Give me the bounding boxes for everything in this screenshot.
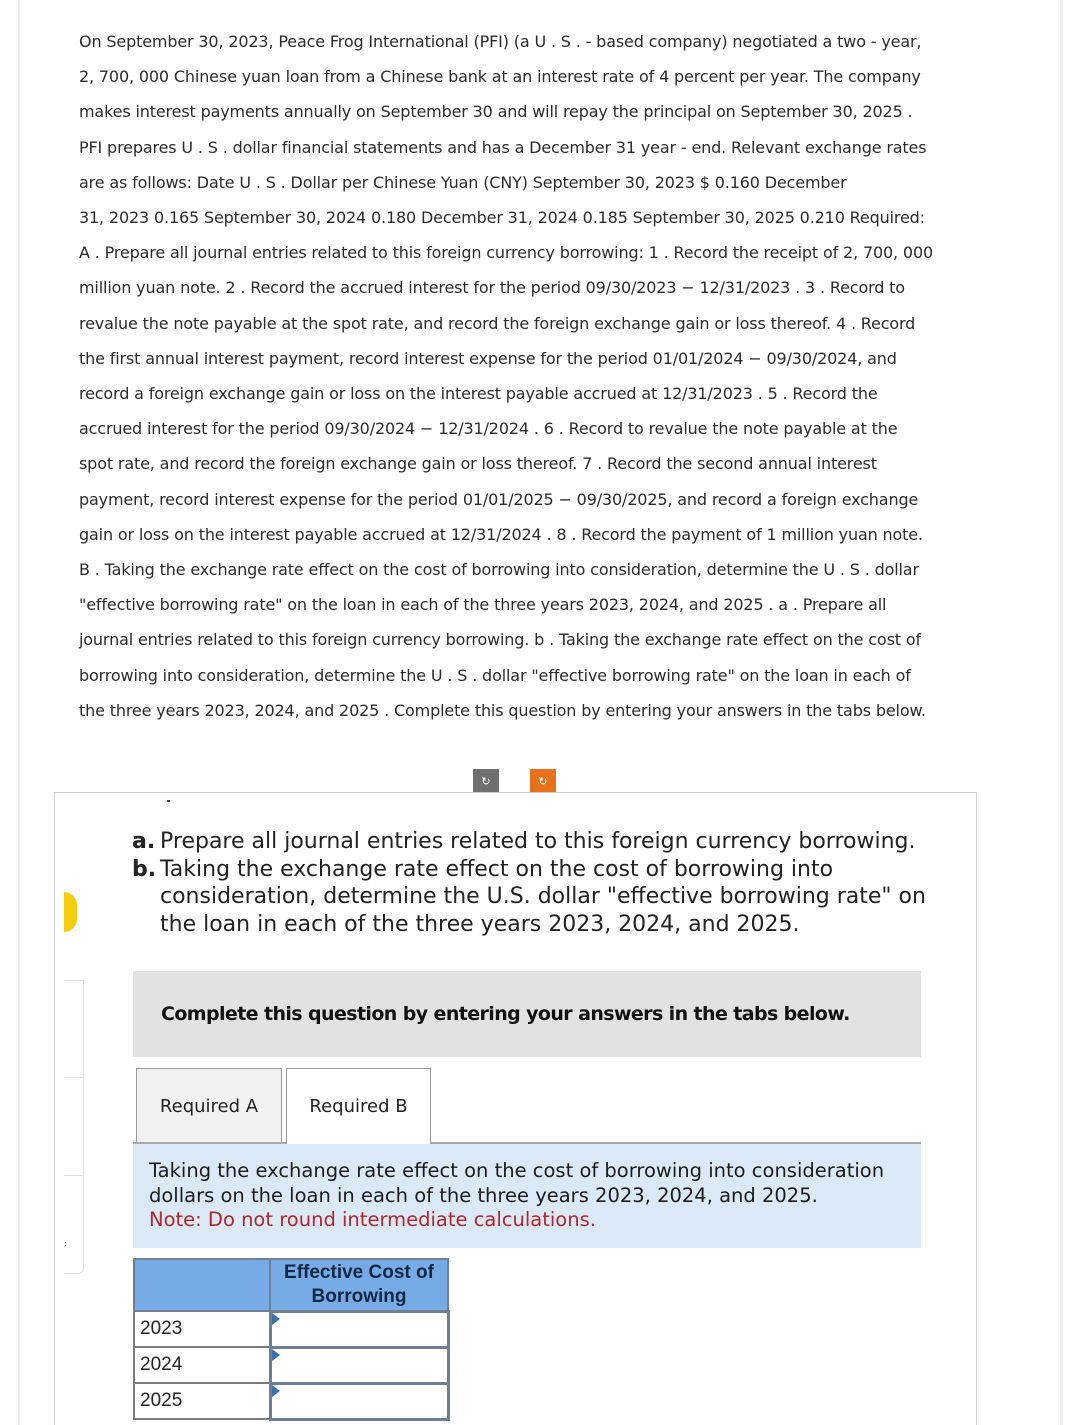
question-line: revalue the note payable at the spot rat…	[79, 313, 916, 333]
stray-mark	[167, 800, 170, 802]
required-b-instructions: Taking the exchange rate effect on the c…	[133, 1144, 921, 1248]
effective-cost-input-2025[interactable]	[271, 1384, 447, 1418]
undo-icon: ↻	[481, 774, 491, 788]
question-line: A . Prepare all journal entries related …	[79, 243, 934, 263]
part-letter: a.	[132, 829, 156, 854]
question-line: 31, 2023 0.165 September 30, 2024 0.180 …	[79, 208, 925, 228]
question-line: spot rate, and record the foreign exchan…	[79, 454, 877, 474]
side-marker: ;	[64, 1239, 67, 1248]
question-text: On September 30, 2023, Peace Frog Intern…	[79, 24, 939, 728]
question-line: million yuan note. 2 . Record the accrue…	[79, 278, 905, 298]
effective-cost-cell[interactable]	[268, 1381, 450, 1421]
instruction-bar: Complete this question by entering your …	[133, 971, 921, 1057]
part-text: Prepare all journal entries related to t…	[160, 829, 916, 854]
question-line: the first annual interest payment, recor…	[79, 348, 897, 368]
undo-button[interactable]: ↻	[473, 769, 499, 793]
question-line: are as follows: Date U . S . Dollar per …	[79, 172, 847, 192]
part-letter: b.	[132, 856, 157, 882]
question-line: payment, record interest expense for the…	[79, 489, 919, 509]
table-header-blank	[133, 1258, 271, 1312]
side-divider	[64, 1077, 84, 1078]
year-label: 2025	[133, 1382, 271, 1420]
side-divider	[64, 1175, 84, 1176]
year-label: 2023	[133, 1310, 271, 1348]
part-a: a. Prepare all journal entries related t…	[132, 828, 932, 856]
tab-required-a[interactable]: Required A	[136, 1068, 282, 1143]
effective-cost-input-2024[interactable]	[271, 1348, 447, 1382]
question-line: B . Taking the exchange rate effect on t…	[79, 560, 919, 580]
part-text: Taking the exchange rate effect on the c…	[160, 856, 926, 937]
input-flag-icon	[271, 1384, 280, 1397]
instruction-line: dollars on the loan in each of the three…	[149, 1183, 818, 1207]
table-header-row: Effective Cost of Borrowing	[133, 1258, 449, 1312]
effective-cost-cell[interactable]	[268, 1345, 450, 1385]
tab-label: Required B	[309, 1096, 408, 1117]
tab-label: Required A	[159, 1095, 259, 1117]
table-row: 2023	[133, 1309, 450, 1349]
question-line: journal entries related to this foreign …	[79, 630, 921, 650]
question-line: "effective borrowing rate" on the loan i…	[79, 595, 887, 615]
question-line: accrued interest for the period 09/30/20…	[79, 419, 898, 439]
question-line: makes interest payments annually on Sept…	[79, 102, 913, 122]
question-line: 2, 700, 000 Chinese yuan loan from a Chi…	[79, 67, 921, 87]
table-row: 2025	[133, 1381, 450, 1421]
effective-cost-cell[interactable]	[268, 1309, 450, 1349]
redo-button[interactable]: ↻	[530, 769, 556, 793]
question-line: On September 30, 2023, Peace Frog Intern…	[79, 32, 922, 51]
year-label: 2024	[133, 1346, 271, 1384]
input-flag-icon	[271, 1312, 280, 1325]
table-header-effective-cost: Effective Cost of Borrowing	[269, 1258, 449, 1312]
question-line: borrowing into consideration, determine …	[79, 665, 911, 685]
parts-list: a. Prepare all journal entries related t…	[132, 828, 932, 938]
question-line: gain or loss on the interest payable acc…	[79, 524, 923, 544]
redo-icon: ↻	[538, 774, 548, 788]
effective-cost-input-2023[interactable]	[271, 1312, 447, 1346]
rounding-note: Note: Do not round intermediate calculat…	[149, 1208, 596, 1231]
part-b: b. Taking the exchange rate effect on th…	[132, 856, 932, 939]
instruction-text: Complete this question by entering your …	[161, 1003, 850, 1025]
effective-cost-table: Effective Cost of Borrowing 2023 2024 20…	[133, 1258, 450, 1421]
side-navigation-box: ;	[64, 980, 84, 1274]
question-line: PFI prepares U . S . dollar financial st…	[79, 137, 927, 157]
tab-required-b[interactable]: Required B	[286, 1068, 431, 1144]
input-flag-icon	[271, 1348, 280, 1361]
question-line: record a foreign exchange gain or loss o…	[79, 384, 878, 404]
instruction-line: Taking the exchange rate effect on the c…	[149, 1159, 885, 1182]
question-line: the three years 2023, 2024, and 2025 . C…	[79, 700, 926, 720]
table-row: 2024	[133, 1345, 450, 1385]
page-frame-left	[18, 0, 20, 1425]
page-scrollbar[interactable]	[1060, 0, 1063, 1425]
